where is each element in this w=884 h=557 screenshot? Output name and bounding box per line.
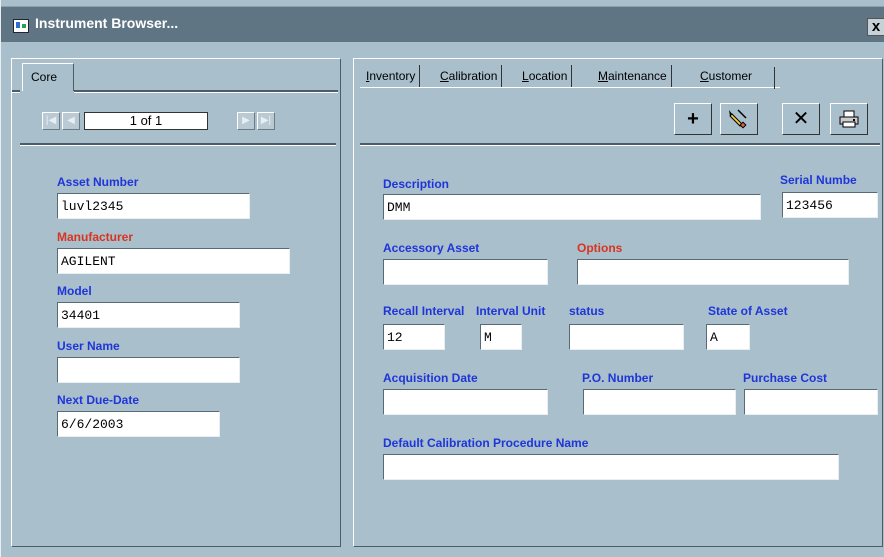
tab-baseline [12,90,20,93]
tab-customer[interactable]: Customer [696,65,756,87]
details-panel: Inventory Calibration Location Maintenan… [353,58,883,547]
accessory-asset-label: Accessory Asset [383,241,480,255]
next-due-date-label: Next Due-Date [57,393,140,407]
description-label: Description [383,177,450,191]
tab-inventory[interactable]: Inventory [362,65,421,87]
purchase-cost-label: Purchase Cost [743,371,828,385]
tab-core[interactable]: Core [22,63,74,91]
accessory-asset-field[interactable] [383,259,548,285]
delete-button[interactable]: ✕ [782,103,820,135]
plus-icon: + [687,108,699,130]
acquisition-date-field[interactable] [383,389,548,415]
add-button[interactable]: + [674,103,712,135]
edit-button[interactable] [720,103,758,135]
tab-location[interactable]: Location [518,65,573,87]
title-bar[interactable]: Instrument Browser... x [1,6,884,42]
tab-maintenance[interactable]: Maintenance [594,65,672,87]
next-record-button[interactable]: ▶ [237,112,255,130]
tab-strip-baseline [360,87,780,88]
manufacturer-label: Manufacturer [57,230,134,244]
close-button[interactable]: x [867,18,884,36]
pencil-icon [729,109,747,129]
recall-interval-field[interactable]: 12 [383,324,445,350]
manufacturer-field[interactable]: AGILENT [57,248,290,274]
state-of-asset-label: State of Asset [708,304,788,318]
options-label: Options [577,241,623,255]
options-field[interactable] [577,259,849,285]
instrument-browser-window: Instrument Browser... x Core |◀ ◀ 1 of 1… [0,0,884,557]
user-name-label: User Name [57,339,120,353]
po-number-label: P.O. Number [582,371,654,385]
first-record-icon: |◀ [45,115,57,126]
model-label: Model [57,284,92,298]
last-record-icon: ▶| [260,115,272,126]
status-label: status [569,304,605,318]
recall-interval-label: Recall Interval [383,304,465,318]
default-procedure-field[interactable] [383,454,839,480]
asset-number-field[interactable]: luvl2345 [57,193,250,219]
interval-unit-label: Interval Unit [476,304,546,318]
default-procedure-label: Default Calibration Procedure Name [383,436,589,450]
print-button[interactable] [830,103,868,135]
core-panel: Core |◀ ◀ 1 of 1 ▶ ▶| Asset Number luvl2… [11,58,341,547]
user-name-field[interactable] [57,357,240,383]
close-x-icon: ✕ [792,108,810,130]
po-number-field[interactable] [583,389,736,415]
status-field[interactable] [569,324,684,350]
description-field[interactable]: DMM [383,194,761,220]
printer-icon [839,110,859,128]
acquisition-date-label: Acquisition Date [383,371,478,385]
tab-calibration[interactable]: Calibration [436,65,503,87]
serial-number-label: Serial Numbe [780,173,857,187]
purchase-cost-field[interactable] [744,389,878,415]
state-of-asset-field[interactable]: A [706,324,750,350]
previous-record-icon: ◀ [67,115,75,126]
nav-divider [20,143,336,146]
tab-strip-end [774,67,775,89]
last-record-button[interactable]: ▶| [257,112,275,130]
asset-number-label: Asset Number [57,175,139,189]
app-icon [13,19,29,33]
toolbar-divider [360,143,880,146]
previous-record-button[interactable]: ◀ [62,112,80,130]
first-record-button[interactable]: |◀ [42,112,60,130]
window-title: Instrument Browser... [35,15,179,31]
tab-baseline-right [74,90,338,93]
serial-number-field[interactable]: 123456 [782,192,878,218]
next-record-icon: ▶ [242,115,250,126]
interval-unit-field[interactable]: M [480,324,522,350]
model-field[interactable]: 34401 [57,302,240,328]
next-due-date-field[interactable]: 6/6/2003 [57,411,220,437]
record-position: 1 of 1 [84,112,208,130]
